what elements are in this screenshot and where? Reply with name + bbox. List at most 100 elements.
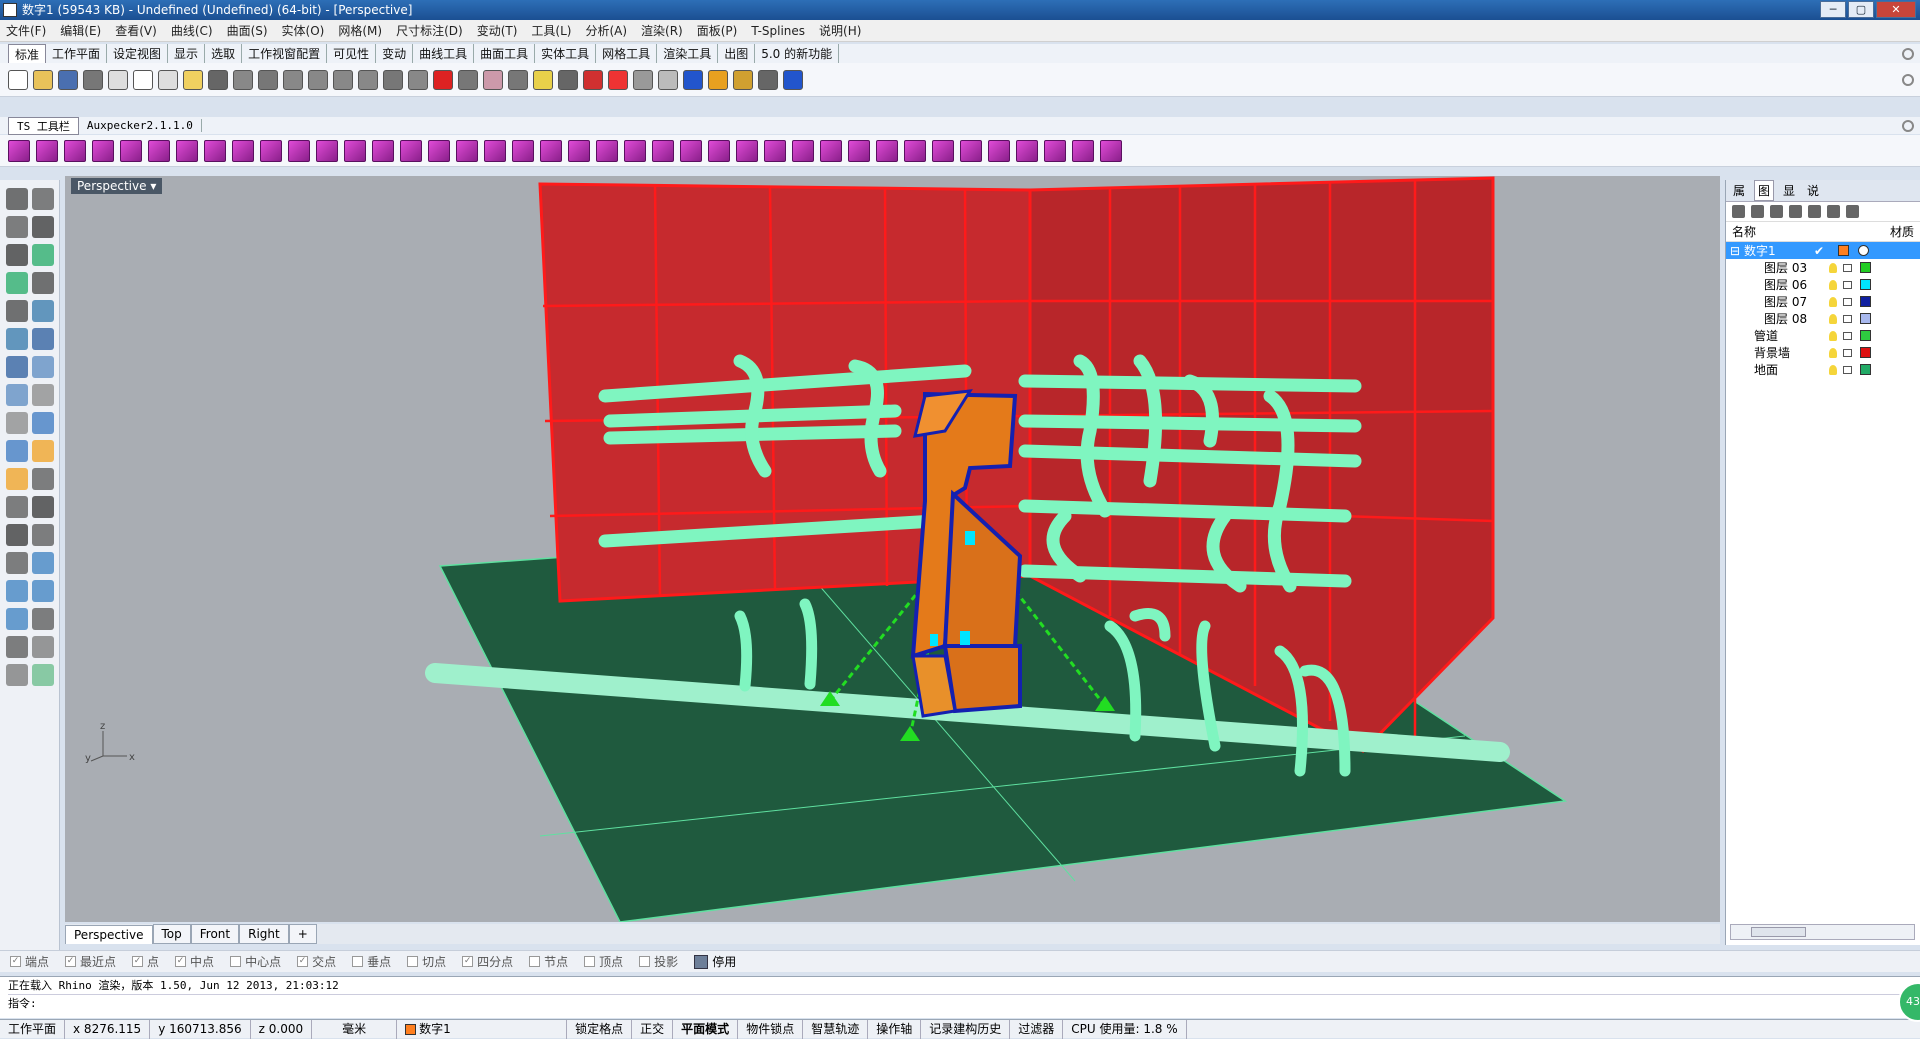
osnap-11[interactable]: 投影 (639, 953, 678, 970)
tool-icon[interactable] (32, 188, 54, 210)
osnap-5[interactable]: ✓ 交点 (297, 953, 336, 970)
delete-icon[interactable] (1770, 205, 1783, 218)
print-icon[interactable] (83, 69, 103, 90)
tsplines-tool-icon[interactable] (568, 139, 590, 162)
tool-icon[interactable] (6, 356, 28, 378)
move-down-icon[interactable] (1808, 205, 1821, 218)
tsplines-tool-icon[interactable] (876, 139, 898, 162)
layer-row[interactable]: 图层 03 (1726, 259, 1920, 276)
tsplines-tool-icon[interactable] (1016, 139, 1038, 162)
pan-icon[interactable] (233, 69, 253, 90)
current-layer[interactable]: 数字1 (397, 1019, 568, 1039)
lights-icon[interactable] (533, 69, 553, 90)
menu-item[interactable]: 编辑(E) (60, 22, 101, 39)
menu-item[interactable]: 分析(A) (585, 22, 627, 39)
help-icon[interactable] (783, 69, 803, 90)
car-icon[interactable] (433, 69, 453, 90)
tsplines-tool-icon[interactable] (8, 139, 30, 162)
tsplines-tool-icon[interactable] (512, 139, 534, 162)
zoom-icon[interactable] (283, 69, 303, 90)
toolbar-tab[interactable]: 显示 (168, 44, 206, 63)
lock-icon[interactable] (1843, 332, 1852, 340)
tool-icon[interactable] (32, 384, 54, 406)
tsplines-tool-icon[interactable] (764, 139, 786, 162)
tsplines-tool-icon[interactable] (792, 139, 814, 162)
planar-toggle[interactable]: 平面模式 (673, 1019, 739, 1039)
osnap-checkbox[interactable] (407, 956, 419, 967)
viewport-tab[interactable]: + (288, 924, 317, 944)
lock-icon[interactable] (1843, 366, 1852, 374)
color-wheel-icon[interactable] (608, 69, 628, 90)
tsplines-tool-icon[interactable] (652, 139, 674, 162)
tsplines-tool-icon[interactable] (120, 139, 142, 162)
tool-icon[interactable] (32, 580, 54, 602)
viewport-label[interactable]: Perspective ▾ (71, 178, 163, 194)
layer-row[interactable]: 图层 07 (1726, 293, 1920, 310)
menu-item[interactable]: 曲面(S) (227, 22, 268, 39)
tsplines-tool-icon[interactable] (428, 139, 450, 162)
move-view-icon[interactable] (258, 69, 278, 90)
filter-icon[interactable] (1827, 205, 1840, 218)
layer-color-swatch[interactable] (1860, 347, 1871, 358)
toolbar-tab[interactable]: 工作平面 (46, 44, 108, 63)
viewport-tab[interactable]: Top (152, 924, 191, 944)
osnap-4[interactable]: 中心点 (230, 953, 281, 970)
osnap-6[interactable]: 垂点 (352, 953, 391, 970)
tool-icon[interactable] (6, 608, 28, 630)
tool-icon[interactable] (6, 384, 28, 406)
visibility-bulb-icon[interactable] (1829, 330, 1837, 341)
tsplines-tool-icon[interactable] (820, 139, 842, 162)
snap-icon[interactable] (758, 69, 778, 90)
toolbar-options-icon[interactable] (1902, 119, 1914, 132)
osnap-checkbox[interactable] (639, 956, 651, 967)
close-button[interactable]: ✕ (1876, 1, 1916, 18)
osnap-1[interactable]: ✓ 最近点 (65, 953, 116, 970)
tsplines-tool-icon[interactable] (372, 139, 394, 162)
tsplines-tool-icon[interactable] (204, 139, 226, 162)
command-prompt[interactable]: 指令: (8, 994, 1920, 1011)
save-icon[interactable] (58, 69, 78, 90)
tsplines-tool-icon[interactable] (400, 139, 422, 162)
cut-icon[interactable] (133, 69, 153, 90)
rotate-view-icon[interactable] (383, 69, 403, 90)
tool-icon[interactable] (6, 636, 28, 658)
tool-icon[interactable] (6, 328, 28, 350)
panel-tab[interactable]: 图 (1754, 180, 1775, 201)
tsplines-tool-icon[interactable] (64, 139, 86, 162)
tool-icon[interactable] (32, 328, 54, 350)
lock-icon[interactable] (1843, 281, 1852, 289)
tool-icon[interactable] (32, 608, 54, 630)
toolbar-tab[interactable]: Auxpecker2.1.1.0 (79, 119, 202, 132)
new-layer-icon[interactable] (1732, 205, 1745, 218)
visibility-bulb-icon[interactable] (1829, 296, 1837, 307)
layer-icon[interactable] (458, 69, 478, 90)
toolbar-tab[interactable]: 变动 (376, 44, 414, 63)
layer-row[interactable]: 图层 08 (1726, 310, 1920, 327)
viewport-tab[interactable]: Right (239, 924, 289, 944)
tool-icon[interactable] (6, 496, 28, 518)
visibility-bulb-icon[interactable] (1829, 347, 1837, 358)
tsplines-tool-icon[interactable] (260, 139, 282, 162)
tsplines-tool-icon[interactable] (904, 139, 926, 162)
tool-icon[interactable] (32, 272, 54, 294)
osnap-3[interactable]: ✓ 中点 (175, 953, 214, 970)
tsplines-tool-icon[interactable] (988, 139, 1010, 162)
gear-icon[interactable] (733, 69, 753, 90)
maximize-button[interactable]: ▢ (1848, 1, 1874, 18)
toolbar-tab[interactable]: 渲染工具 (657, 44, 719, 63)
tool-icon[interactable] (6, 664, 28, 686)
layer-row[interactable]: 管道 (1726, 327, 1920, 344)
tsplines-tool-icon[interactable] (484, 139, 506, 162)
paste-icon[interactable] (183, 69, 203, 90)
menu-item[interactable]: 曲线(C) (171, 22, 213, 39)
menu-item[interactable]: T-Splines (751, 24, 805, 38)
four-view-icon[interactable] (408, 69, 428, 90)
toolbar-tab[interactable]: 工作视窗配置 (242, 44, 328, 63)
tsplines-tool-icon[interactable] (92, 139, 114, 162)
osnap-checkbox[interactable]: ✓ (175, 956, 187, 967)
panel-scrollbar[interactable] (1730, 924, 1915, 940)
toolbar-tab[interactable]: 设定视图 (107, 44, 169, 63)
osnap-toggle[interactable]: 物件锁点 (738, 1019, 804, 1039)
menu-item[interactable]: 文件(F) (6, 22, 46, 39)
tool-icon[interactable] (6, 412, 28, 434)
